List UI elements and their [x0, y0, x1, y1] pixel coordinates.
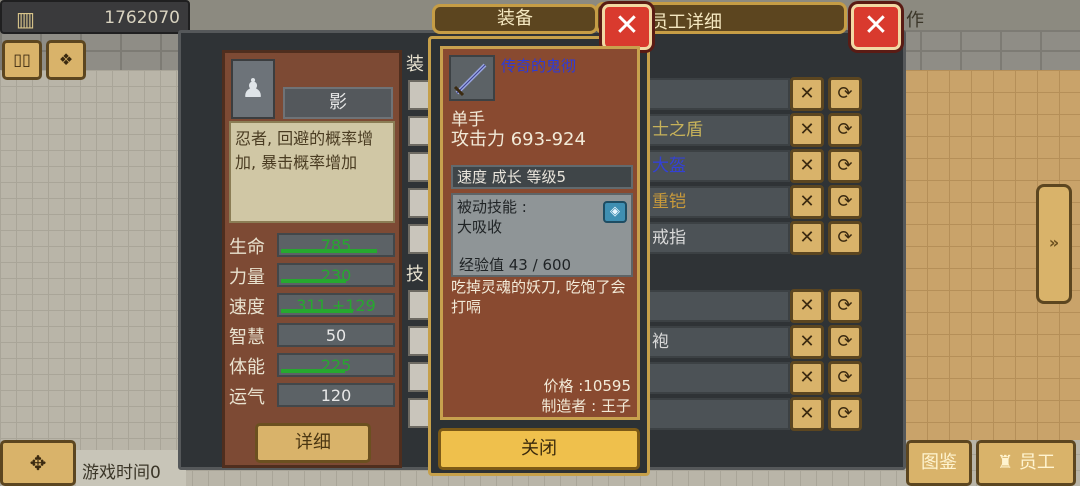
stat-value: 785: [320, 236, 352, 255]
stat-bar: 120: [277, 383, 395, 407]
equipment-title: 装备: [432, 4, 598, 34]
stat-value: 50: [325, 326, 347, 345]
ninja-avatar: ♟: [231, 59, 275, 119]
item-price: 价格 :10595: [543, 377, 631, 395]
item-growth: 速度 成长 等级5: [451, 165, 633, 189]
equip-section-label: 装: [406, 54, 424, 75]
item-maker: 制造者 : 王子: [541, 397, 631, 415]
unequip-icon[interactable]: ✕: [790, 361, 824, 395]
stat-row: 速度 311 +129: [229, 293, 395, 318]
item-card: 传奇的鬼彻 单手 攻击力 693-924 速度 成长 等级5 被动技能 : 大吸…: [440, 46, 640, 420]
close-equipment-button[interactable]: ✕: [602, 4, 652, 50]
equipment-row[interactable]: 戒指: [648, 222, 790, 254]
equipment-row[interactable]: [648, 398, 790, 430]
skill-title: 被动技能 :: [457, 198, 527, 216]
equipment-row[interactable]: 袍: [648, 326, 790, 358]
equipment-row[interactable]: [648, 78, 790, 110]
move-dpad-button[interactable]: ✥: [0, 440, 76, 486]
swap-icon[interactable]: ⟳: [828, 361, 862, 395]
staff-profile: ♟ 影 忍者, 回避的概率增加, 暴击概率增加 生命 785 力量 230 速度 311 …: [222, 50, 402, 468]
money-bar: ▥ 1762070: [0, 0, 190, 34]
building-icon: ▥: [16, 7, 35, 31]
staff-button[interactable]: ♜ 员工: [976, 440, 1076, 486]
close-icon: ✕: [863, 8, 889, 43]
stat-row: 力量 230: [229, 263, 395, 288]
stat-value: 230: [320, 266, 352, 285]
unequip-icon[interactable]: ✕: [790, 221, 824, 255]
swap-icon[interactable]: ⟳: [828, 149, 862, 183]
encyclopedia-label: 图鉴: [921, 452, 957, 473]
skill-name: 大吸收: [457, 218, 503, 236]
unequip-icon[interactable]: ✕: [790, 185, 824, 219]
stat-row: 体能 225: [229, 353, 395, 378]
game-time: 游戏时间0: [76, 450, 186, 486]
stat-label: 力量: [229, 267, 265, 288]
stat-value: 225: [320, 356, 352, 375]
unequip-icon[interactable]: ✕: [790, 325, 824, 359]
stat-bar: 50: [277, 323, 395, 347]
stat-bar: 230: [277, 263, 395, 287]
stat-value: 311 +129: [296, 296, 376, 315]
item-attack: 攻击力 693-924: [451, 129, 586, 150]
staff-icon: ♜: [997, 452, 1019, 473]
stat-row: 智慧 50: [229, 323, 395, 348]
swap-icon[interactable]: ⟳: [828, 397, 862, 431]
item-exp: 经验值 43 / 600: [459, 256, 572, 274]
item-tool-button[interactable]: ❖: [46, 40, 86, 80]
swap-icon[interactable]: ⟳: [828, 221, 862, 255]
unequip-icon[interactable]: ✕: [790, 77, 824, 111]
swap-icon[interactable]: ⟳: [828, 113, 862, 147]
stat-row: 生命 785: [229, 233, 395, 258]
stat-label: 智慧: [229, 327, 265, 348]
detail-button[interactable]: 详细: [255, 423, 371, 463]
close-staff-button[interactable]: ✕: [851, 4, 901, 50]
close-icon: ✕: [614, 8, 640, 43]
stat-bar: 785: [277, 233, 395, 257]
unequip-icon[interactable]: ✕: [790, 113, 824, 147]
staff-name: 影: [283, 87, 393, 119]
stat-bar: 225: [277, 353, 395, 377]
stat-label: 生命: [229, 237, 265, 258]
equipment-row[interactable]: 大盔: [648, 150, 790, 182]
unequip-icon[interactable]: ✕: [790, 149, 824, 183]
sword-icon: [449, 55, 495, 101]
swap-icon[interactable]: ⟳: [828, 289, 862, 323]
swap-icon[interactable]: ⟳: [828, 325, 862, 359]
stat-value: 120: [320, 386, 352, 405]
encyclopedia-button[interactable]: 图鉴: [906, 440, 972, 486]
equipment-row[interactable]: [648, 290, 790, 322]
stat-label: 速度: [229, 297, 265, 318]
item-skill-box: 被动技能 : 大吸收 ◈ 经验值 43 / 600: [451, 193, 633, 277]
staff-description: 忍者, 回避的概率增加, 暴击概率增加: [229, 121, 395, 223]
stat-bar: 311 +129: [277, 293, 395, 317]
pause-button[interactable]: ▯▯: [2, 40, 42, 80]
stat-row: 运气 120: [229, 383, 395, 408]
close-button[interactable]: 关闭: [438, 428, 640, 470]
stat-label: 运气: [229, 387, 265, 408]
stat-label: 体能: [229, 357, 265, 378]
skill-icon: ◈: [603, 201, 627, 223]
unequip-icon[interactable]: ✕: [790, 289, 824, 323]
next-page-arrow[interactable]: »: [1036, 184, 1072, 304]
equipment-row[interactable]: 士之盾: [648, 114, 790, 146]
swap-icon[interactable]: ⟳: [828, 185, 862, 219]
swap-icon[interactable]: ⟳: [828, 77, 862, 111]
item-flavor-text: 吃掉灵魂的妖刀, 吃饱了会打嗝: [451, 278, 626, 316]
work-label: 作: [906, 10, 924, 31]
equipment-row[interactable]: [648, 362, 790, 394]
unequip-icon[interactable]: ✕: [790, 397, 824, 431]
money-amount: 1762070: [104, 8, 180, 28]
item-name: 传奇的鬼彻: [501, 57, 577, 75]
skill-section-label: 技: [406, 264, 424, 285]
equipment-row[interactable]: 重铠: [648, 186, 790, 218]
staff-label: 员工: [1018, 452, 1055, 473]
